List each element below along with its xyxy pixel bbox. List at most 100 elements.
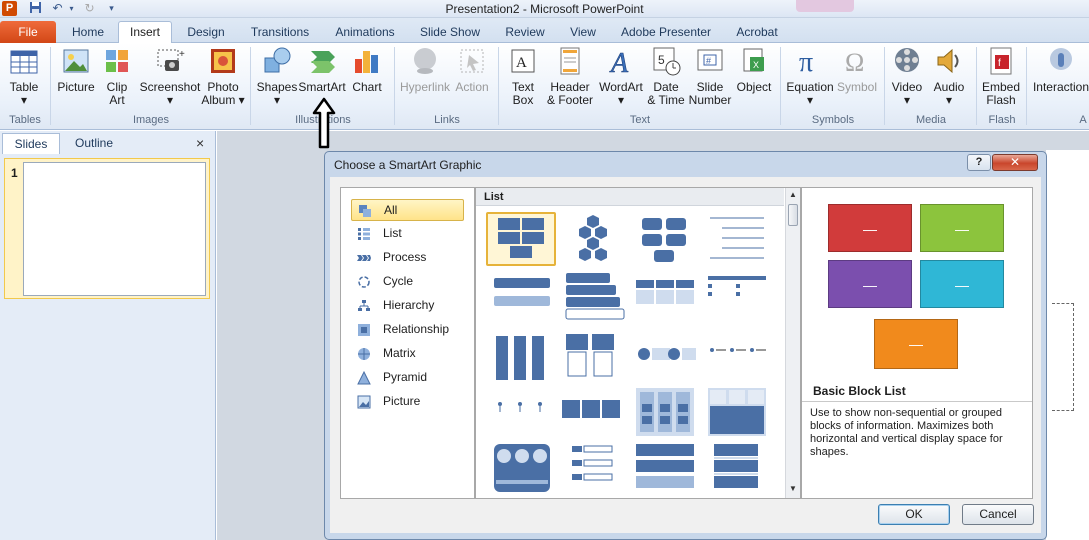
layout-basic-block-list[interactable] (486, 212, 556, 266)
layout-grouped-list[interactable] (630, 386, 700, 440)
help-button[interactable]: ? (967, 154, 991, 171)
close-button[interactable]: ✕ (992, 154, 1038, 171)
slide-number-button[interactable]: # Slide Number (688, 45, 732, 107)
svg-text:A: A (609, 48, 629, 77)
layout-circle-process[interactable] (486, 442, 556, 496)
symbol-button[interactable]: Ω Symbol (836, 45, 878, 94)
layout-bullet-pins[interactable] (486, 386, 556, 440)
interaction-button[interactable]: Interaction (1030, 45, 1089, 94)
scroll-up-icon[interactable]: ▲ (788, 190, 798, 200)
photo-album-button[interactable]: Photo Album ▾ (200, 45, 246, 107)
slide-number: 1 (11, 166, 18, 180)
layout-horizontal-bullets[interactable] (558, 386, 628, 440)
symbol-icon: Ω (845, 48, 864, 77)
chart-button[interactable]: Chart (350, 45, 384, 94)
tab-design[interactable]: Design (180, 22, 232, 43)
scroll-down-icon[interactable]: ▼ (788, 484, 798, 494)
smartart-icon (311, 51, 335, 73)
header-footer-button[interactable]: Header & Footer (544, 45, 596, 107)
scrollbar-thumb[interactable] (788, 204, 798, 226)
audio-button[interactable]: Audio ▾ (928, 45, 970, 107)
category-relationship[interactable]: Relationship (351, 319, 464, 341)
clip-art-button[interactable]: Clip Art (100, 45, 134, 107)
layout-indented-list[interactable] (558, 442, 628, 496)
annotation-arrow-icon (312, 97, 336, 149)
hyperlink-button[interactable]: Hyperlink (398, 45, 452, 94)
svg-text:#: # (706, 56, 711, 66)
relationship-icon (358, 324, 370, 336)
tab-view[interactable]: View (564, 22, 602, 43)
ok-button[interactable]: OK (878, 504, 950, 525)
layout-vertical-bullets[interactable] (486, 330, 556, 384)
layout-circle-labels[interactable] (630, 330, 700, 384)
text-box-button[interactable]: A Text Box (504, 45, 542, 107)
screenshot-button[interactable]: + Screenshot ▾ (138, 45, 202, 107)
group-label-links: Links (434, 114, 460, 126)
layout-vertical-box-list[interactable] (558, 270, 628, 324)
date-time-button[interactable]: 5 Date & Time (646, 45, 686, 107)
tab-adobe-presenter[interactable]: Adobe Presenter (616, 22, 716, 43)
tab-transitions[interactable]: Transitions (244, 22, 316, 43)
clip-art-icon (106, 50, 128, 72)
cancel-button[interactable]: Cancel (962, 504, 1034, 525)
object-button[interactable]: X Object (734, 45, 774, 94)
slide-thumbnail[interactable] (4, 158, 210, 299)
wordart-icon: A (609, 48, 630, 77)
equation-button[interactable]: π Equation ▾ (784, 45, 836, 107)
preview-block-red: — (828, 204, 912, 252)
category-cycle[interactable]: Cycle (351, 271, 464, 293)
layout-table-list[interactable] (702, 386, 772, 440)
hyperlink-icon (414, 48, 436, 74)
wordart-button[interactable]: A WordArt ▾ (598, 45, 644, 107)
layout-gallery: List ▲ ▼ (475, 187, 801, 499)
preview-block-orange: — (874, 319, 958, 369)
video-button[interactable]: Video ▾ (888, 45, 926, 107)
embed-flash-button[interactable]: f Embed Flash (980, 45, 1022, 107)
layout-segmented-list[interactable] (702, 442, 772, 496)
all-icon (359, 205, 371, 217)
tab-slide-show[interactable]: Slide Show (414, 22, 486, 43)
picture-icon (63, 49, 89, 73)
category-pyramid[interactable]: Pyramid (351, 367, 464, 389)
action-button[interactable]: Action (452, 45, 492, 94)
layout-dot-text[interactable] (702, 330, 772, 384)
object-icon: X (743, 48, 764, 72)
picture-button[interactable]: Picture (56, 45, 96, 94)
preview-title: Basic Block List (813, 384, 906, 398)
title-bar: P ↶ ▾ ↻ ▾ Presentation2 - Microsoft Powe… (0, 0, 1089, 18)
tab-slides[interactable]: Slides (2, 133, 60, 154)
layout-trapezoid-list[interactable] (702, 270, 772, 324)
gallery-scrollbar[interactable]: ▲ ▼ (785, 188, 800, 498)
layout-horizontal-list[interactable] (630, 442, 700, 496)
close-panel-icon[interactable]: × (196, 135, 204, 151)
tab-outline[interactable]: Outline (62, 133, 126, 154)
layout-hexagon-cluster[interactable] (558, 212, 628, 266)
layout-lined-list[interactable] (702, 212, 772, 266)
smartart-button[interactable]: SmartArt (298, 45, 346, 94)
tab-acrobat[interactable]: Acrobat (730, 22, 784, 43)
category-list: All List Process Cycle Hierarchy Relatio… (340, 187, 475, 499)
category-list-item[interactable]: List (351, 223, 464, 245)
svg-text:X: X (753, 60, 759, 70)
shapes-button[interactable]: Shapes ▾ (256, 45, 298, 107)
tab-file[interactable]: File (0, 21, 56, 43)
category-all[interactable]: All (351, 199, 464, 221)
layout-rounded-blocks[interactable] (630, 212, 700, 266)
slide-thumbnail-image (23, 162, 206, 296)
header-footer-icon (560, 47, 580, 75)
category-hierarchy[interactable]: Hierarchy (351, 295, 464, 317)
tab-animations[interactable]: Animations (330, 22, 400, 43)
category-process[interactable]: Process (351, 247, 464, 269)
category-matrix[interactable]: Matrix (351, 343, 464, 365)
tab-review[interactable]: Review (500, 22, 550, 43)
preview-block-green: — (920, 204, 1004, 252)
table-button[interactable]: Table ▾ (4, 45, 44, 107)
layout-tab-list[interactable] (630, 270, 700, 324)
preview-block-cyan: — (920, 260, 1004, 308)
layout-stacked-bars[interactable] (486, 270, 556, 324)
category-picture[interactable]: Picture (351, 391, 464, 413)
tab-insert[interactable]: Insert (118, 21, 172, 44)
layout-picture-caption[interactable] (558, 330, 628, 384)
tab-home[interactable]: Home (64, 22, 112, 43)
preview-block-purple: — (828, 260, 912, 308)
